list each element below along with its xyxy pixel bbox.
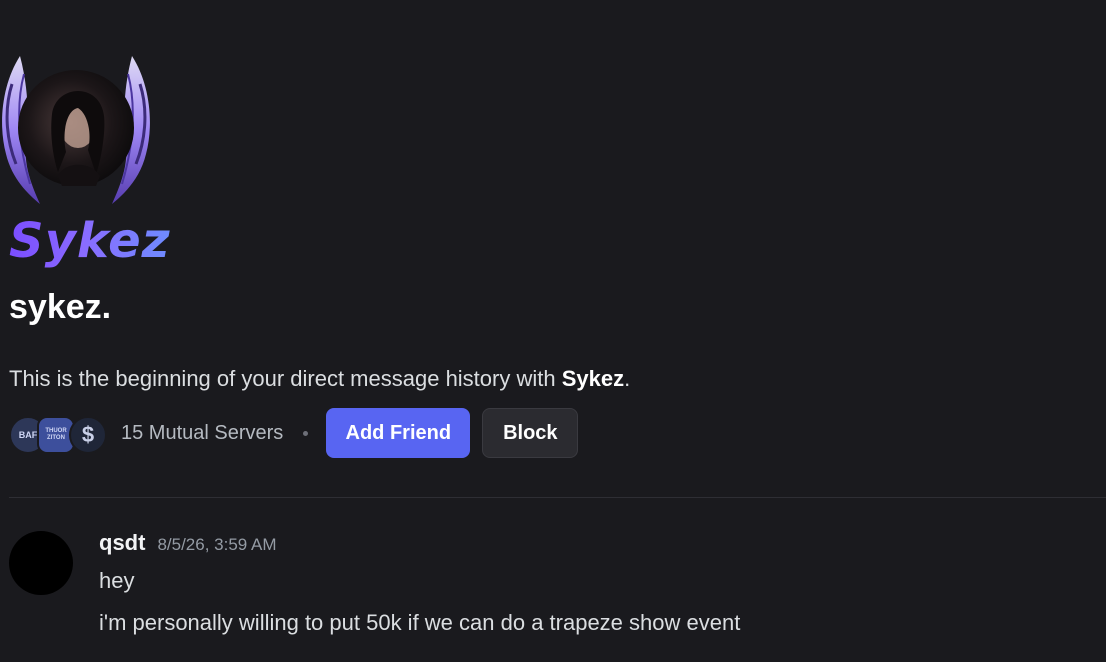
winged-avatar-icon — [2, 56, 150, 204]
dm-channel-view: Sykez sykez. This is the beginning of yo… — [0, 0, 1106, 662]
add-friend-button[interactable]: Add Friend — [326, 408, 471, 458]
intro-suffix: . — [624, 366, 631, 391]
mutual-server-icons[interactable]: BAF THUOR ZITON $ — [9, 413, 109, 454]
mutual-servers-link[interactable]: 15 Mutual Servers — [121, 422, 283, 445]
profile-display-name: Sykez — [9, 213, 171, 269]
message-text: hey — [99, 568, 135, 593]
dm-history-intro: This is the beginning of your direct mes… — [9, 364, 630, 394]
message-timestamp: 8/5/26, 3:59 AM — [157, 535, 277, 554]
message-author-avatar[interactable] — [9, 531, 73, 595]
separator-dot — [303, 430, 309, 436]
profile-avatar[interactable] — [0, 54, 152, 206]
intro-name: Sykez — [561, 366, 625, 391]
intro-prefix: This is the beginning of your direct mes… — [9, 366, 562, 391]
mutual-server-icon[interactable]: $ — [69, 416, 107, 454]
profile-actions-row: BAF THUOR ZITON $ 15 Mutual Servers Add … — [9, 408, 579, 458]
message-author[interactable]: qsdt — [99, 530, 145, 556]
message-header: qsdt 8/5/26, 3:59 AM — [99, 530, 277, 556]
divider — [9, 497, 1106, 498]
profile-username: sykez. — [9, 288, 112, 326]
message-text: i'm personally willing to put 50k if we … — [99, 610, 741, 635]
block-button[interactable]: Block — [482, 408, 579, 458]
